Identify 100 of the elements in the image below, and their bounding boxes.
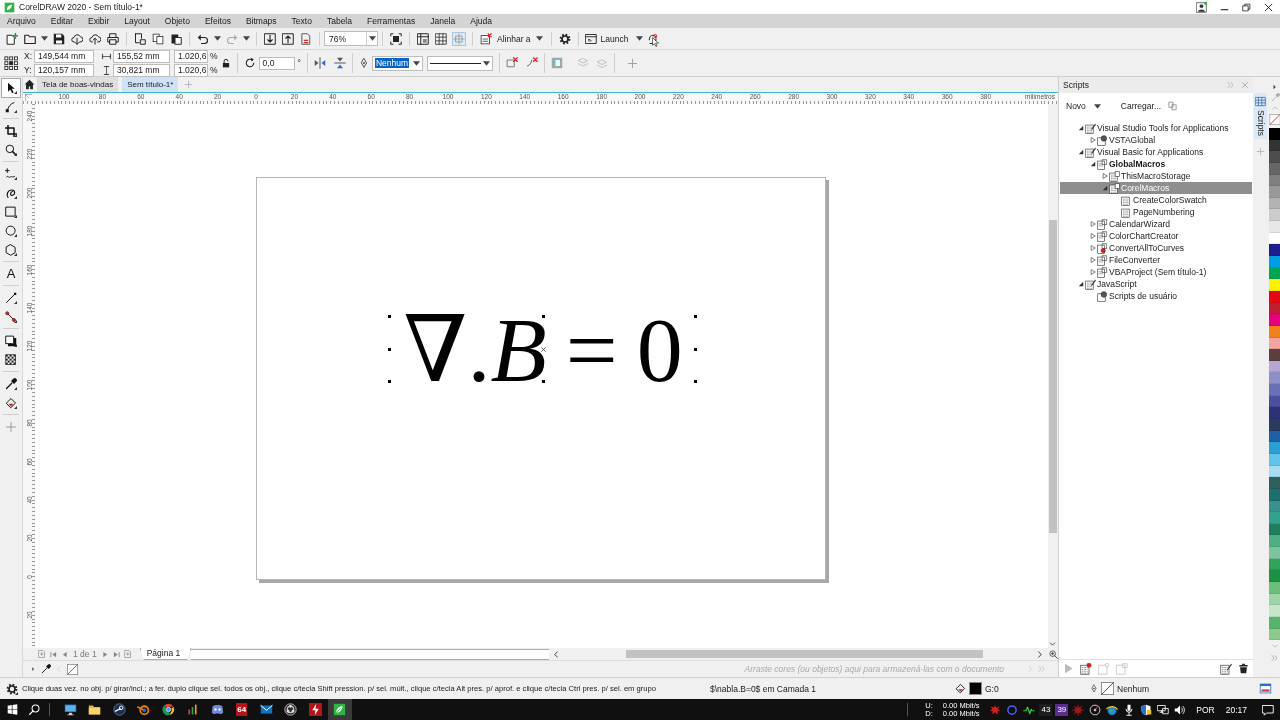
color-swatch-icon[interactable] bbox=[1269, 453, 1280, 466]
color-swatch-icon[interactable] bbox=[1269, 605, 1280, 617]
selection-handle[interactable] bbox=[541, 380, 545, 383]
menu-arrow-icon[interactable] bbox=[31, 666, 36, 672]
menu-item[interactable]: Objeto bbox=[164, 16, 190, 26]
grid-icon[interactable] bbox=[435, 32, 447, 45]
color-swatch-icon[interactable] bbox=[1269, 128, 1280, 140]
caret-icon[interactable] bbox=[636, 36, 644, 41]
menu-item[interactable]: Layout bbox=[124, 16, 150, 26]
scale-field[interactable]: 1.020,6 bbox=[174, 63, 208, 77]
copy-icon[interactable] bbox=[152, 32, 164, 45]
page-layout-icon[interactable] bbox=[417, 32, 429, 45]
no-color-swatch-icon[interactable] bbox=[67, 663, 78, 675]
pulse-icon[interactable] bbox=[1023, 703, 1036, 716]
collapsed-arrow-icon[interactable] bbox=[1090, 269, 1096, 275]
printer-icon[interactable] bbox=[107, 32, 119, 45]
network-icon[interactable] bbox=[1157, 703, 1170, 716]
save-icon[interactable] bbox=[53, 32, 65, 45]
height-field[interactable]: 30,821 mm bbox=[113, 63, 170, 77]
volume-icon[interactable] bbox=[1174, 703, 1187, 716]
color-swatch-icon[interactable] bbox=[1269, 547, 1280, 559]
tray-counter[interactable]: 39 bbox=[1055, 703, 1069, 716]
scroll-left-icon[interactable] bbox=[553, 650, 561, 658]
gauge-icon[interactable] bbox=[1089, 703, 1102, 716]
tree-item[interactable]: VBAProject (Sem título-1) bbox=[1060, 266, 1252, 278]
color-swatch-icon[interactable] bbox=[1269, 477, 1280, 489]
color-swatch-icon[interactable] bbox=[1269, 325, 1280, 338]
folder-icon[interactable] bbox=[24, 32, 36, 45]
page-square-icon[interactable] bbox=[134, 32, 146, 45]
color-swatch-icon[interactable] bbox=[1269, 465, 1280, 478]
windows-logo-icon[interactable] bbox=[6, 704, 18, 715]
ring-icon[interactable] bbox=[1006, 703, 1019, 716]
selection-handle[interactable] bbox=[694, 315, 697, 318]
color-swatch-icon[interactable] bbox=[1269, 523, 1280, 536]
menu-item[interactable]: Tabela bbox=[326, 16, 352, 26]
menu-item[interactable]: Editar bbox=[50, 16, 74, 26]
speech-bubble-icon[interactable] bbox=[1262, 703, 1274, 716]
tree-item[interactable]: FileConverter bbox=[1060, 254, 1252, 266]
collapsed-arrow-icon[interactable] bbox=[1102, 173, 1108, 179]
document-tab[interactable]: Tela de boas-vindas bbox=[37, 77, 119, 92]
color-swatch-icon[interactable] bbox=[1269, 151, 1280, 163]
cloud-upload-icon[interactable] bbox=[89, 32, 101, 45]
menu-item[interactable]: Ajuda bbox=[470, 16, 492, 26]
taskbar-app[interactable] bbox=[327, 699, 352, 720]
hook-icon[interactable] bbox=[647, 32, 660, 45]
menu-item[interactable]: Texto bbox=[291, 16, 312, 26]
no-color-swatch-icon[interactable] bbox=[1269, 114, 1280, 125]
list-pencil-icon[interactable] bbox=[1220, 662, 1232, 675]
tray-counter[interactable]: 43 bbox=[1039, 703, 1053, 716]
eyedropper-icon[interactable] bbox=[41, 664, 51, 674]
new-document-icon[interactable] bbox=[6, 32, 18, 45]
color-swatch-icon[interactable] bbox=[1269, 244, 1280, 257]
account-icon[interactable] bbox=[1196, 1, 1207, 13]
tree-item[interactable]: Visual Studio Tools for Applications bbox=[1060, 122, 1252, 134]
document-icon[interactable] bbox=[300, 32, 312, 45]
selection-handle[interactable] bbox=[388, 315, 391, 318]
color-swatch-icon[interactable] bbox=[1269, 407, 1280, 419]
color-swatch-icon[interactable] bbox=[1269, 582, 1280, 594]
restore-icon[interactable] bbox=[1242, 2, 1251, 12]
last-page-icon[interactable] bbox=[112, 650, 120, 658]
previous-page-icon[interactable] bbox=[61, 650, 68, 658]
next-page-icon[interactable] bbox=[101, 650, 109, 658]
menu-arrow-icon[interactable] bbox=[1272, 84, 1278, 90]
menu-item[interactable]: Exibir bbox=[88, 16, 110, 26]
color-swatch-icon[interactable] bbox=[1269, 290, 1280, 303]
undo-icon[interactable] bbox=[197, 32, 209, 45]
color-swatch-icon[interactable] bbox=[1269, 558, 1280, 571]
burst-icon[interactable] bbox=[989, 703, 1002, 716]
expanded-arrow-icon[interactable] bbox=[1078, 281, 1084, 287]
shield-icon[interactable] bbox=[1140, 703, 1153, 716]
color-swatch-icon[interactable] bbox=[1269, 616, 1280, 629]
outline-width-dropdown[interactable]: Nenhum bbox=[371, 55, 423, 71]
tree-item[interactable]: VSTAGlobal bbox=[1060, 134, 1252, 146]
color-swatch-icon[interactable] bbox=[1269, 349, 1280, 361]
docker-tab[interactable]: Scripts bbox=[1254, 93, 1267, 139]
color-swatch-icon[interactable] bbox=[1269, 395, 1280, 408]
color-swatch-icon[interactable] bbox=[1269, 209, 1280, 222]
selection-handle[interactable] bbox=[541, 315, 545, 318]
color-swatch-icon[interactable] bbox=[1269, 512, 1280, 524]
cloud-download-icon[interactable] bbox=[71, 32, 83, 45]
y-position-field[interactable]: 120,157 mm bbox=[34, 63, 94, 77]
color-swatch-icon[interactable] bbox=[1269, 186, 1280, 198]
color-swatch-icon[interactable] bbox=[1269, 535, 1280, 548]
search-icon[interactable] bbox=[29, 704, 40, 715]
menu-item[interactable]: Ferramentas bbox=[367, 16, 416, 26]
import-icon[interactable] bbox=[264, 32, 276, 45]
tree-item[interactable]: ColorChartCreator bbox=[1060, 230, 1252, 242]
color-swatch-icon[interactable] bbox=[1269, 488, 1280, 501]
reference-point-icon[interactable] bbox=[4, 56, 18, 70]
menu-item[interactable]: Bitmaps bbox=[245, 16, 277, 26]
new-script-button[interactable]: Novo bbox=[1063, 99, 1106, 113]
tree-item[interactable]: JavaScript bbox=[1060, 278, 1252, 290]
selection-handle[interactable] bbox=[694, 380, 697, 383]
export-icon[interactable] bbox=[282, 32, 294, 45]
caret-icon[interactable] bbox=[535, 36, 543, 41]
caret-icon[interactable] bbox=[368, 36, 376, 41]
equation[interactable]: ∇.B = 0 bbox=[403, 314, 683, 385]
page-tab[interactable]: Página 1 bbox=[139, 648, 192, 660]
caret-icon[interactable] bbox=[1093, 103, 1101, 109]
no-color-swatch-icon[interactable] bbox=[1101, 682, 1114, 695]
